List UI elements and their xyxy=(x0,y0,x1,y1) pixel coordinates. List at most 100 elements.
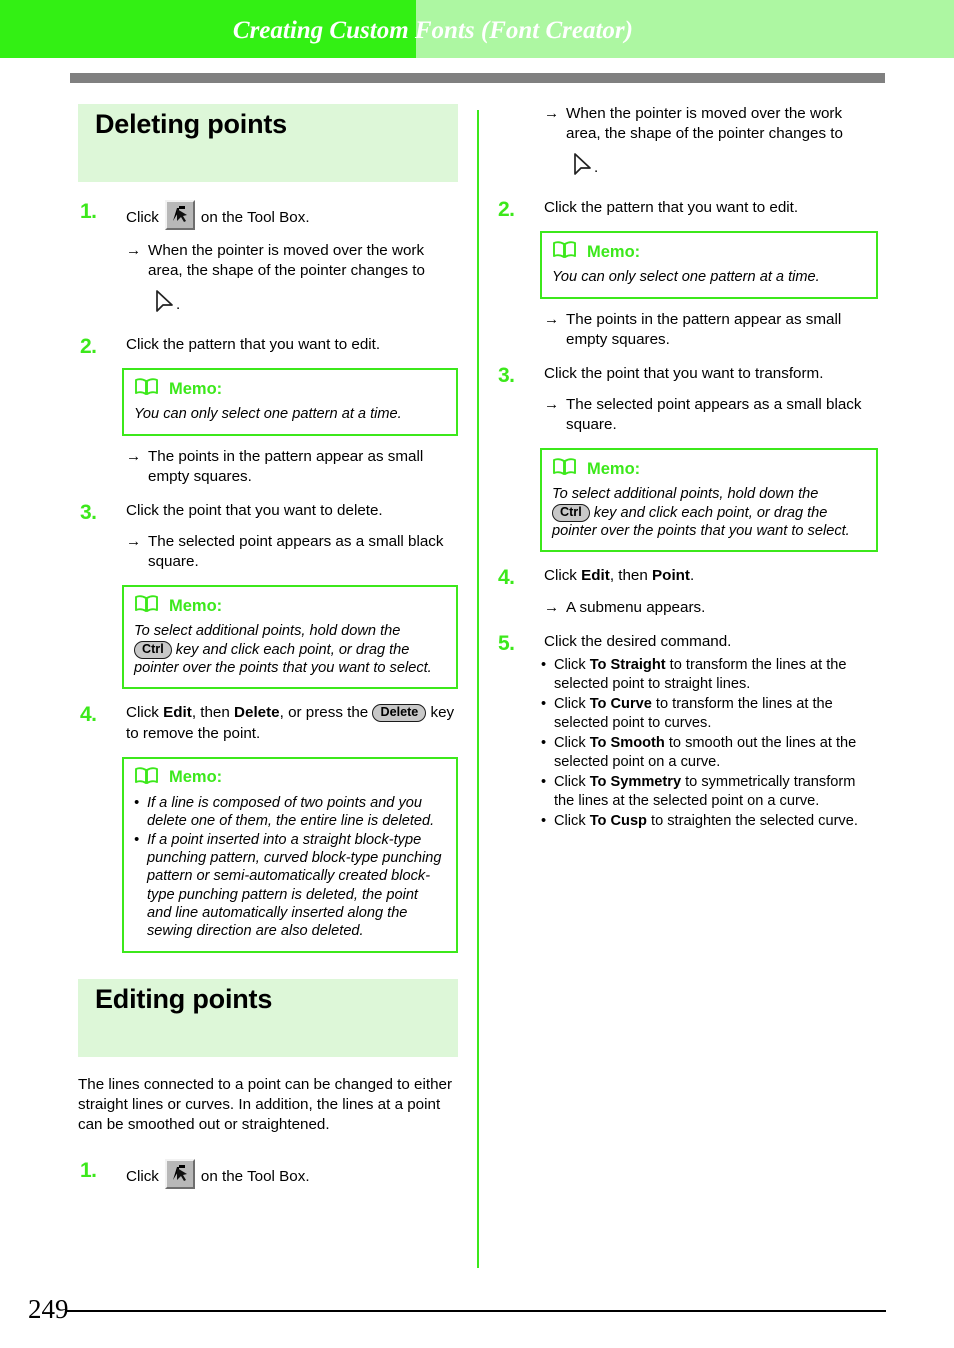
step-number: 4. xyxy=(498,566,515,590)
step-text: Click the pattern that you want to edit. xyxy=(126,336,381,354)
step-text: Click Edit, then Point. xyxy=(544,566,878,586)
step-text: Click on the Tool Box. xyxy=(126,200,458,230)
memo-text-part-1: To select additional points, hold down t… xyxy=(552,486,819,503)
step-number: 3. xyxy=(80,500,97,524)
arrow-right-icon: → xyxy=(544,396,560,414)
memo-label: Memo: xyxy=(169,596,223,615)
section-paragraph: The lines connected to a point can be ch… xyxy=(78,1075,453,1134)
step-number: 4. xyxy=(80,703,97,727)
arrow-right-icon: → xyxy=(544,105,560,122)
step-2-result: → The points in the pattern appear as sm… xyxy=(126,447,458,487)
result-line-1: When the pointer is moved over the work xyxy=(566,105,843,122)
command-name: To Smooth xyxy=(589,734,665,751)
memo-bullet-item: If a point inserted into a straight bloc… xyxy=(134,831,446,941)
page-footer: 249 xyxy=(0,1270,954,1348)
result-text: The points in the pattern appear as smal… xyxy=(566,310,842,348)
step-3: 3. Click the point that you want to tran… xyxy=(496,364,878,387)
memo-header: Memo: xyxy=(134,594,446,618)
arrow-right-icon: → xyxy=(126,533,142,551)
bullet-post: to straighten the selected curve. xyxy=(646,812,858,829)
list-item: Click To Smooth to smooth out the lines … xyxy=(540,734,878,772)
step-text: Click Edit, then Delete, or press the De… xyxy=(126,703,458,743)
command-name: To Cusp xyxy=(589,812,647,829)
menu-point-label: Point xyxy=(652,567,690,585)
step-number: 3. xyxy=(498,363,515,387)
memo-box: Memo: You can only select one pattern at… xyxy=(122,368,458,436)
step-text-part-3: . xyxy=(690,567,695,585)
result-text: The points in the pattern appear as smal… xyxy=(148,447,424,485)
ctrl-key-cap: Ctrl xyxy=(134,640,172,659)
memo-box: Memo: If a line is composed of two point… xyxy=(122,756,458,953)
ctrl-key-cap: Ctrl xyxy=(552,503,590,522)
step-text: Click on the Tool Box. xyxy=(126,1159,458,1190)
arrow-right-icon: → xyxy=(126,447,142,465)
command-name: To Curve xyxy=(589,695,652,712)
section-title: Editing points xyxy=(95,983,273,1014)
command-name: To Straight xyxy=(589,656,666,673)
step-text: Click the desired command. xyxy=(544,632,732,650)
result-text: The selected point appears as a small bl… xyxy=(566,396,862,434)
memo-box: Memo: You can only select one pattern at… xyxy=(540,231,878,299)
command-name: To Symmetry xyxy=(589,773,682,790)
step-text-part-2: , then xyxy=(191,704,235,722)
pointer-arrow-glyph xyxy=(572,152,594,184)
memo-box: Memo: To select additional points, hold … xyxy=(540,448,878,553)
select-point-tool-icon[interactable] xyxy=(164,1159,195,1190)
list-item: Click To Curve to transform the lines at… xyxy=(540,695,878,733)
section-title: Deleting points xyxy=(95,109,287,139)
bullet-pre: Click xyxy=(554,734,590,751)
memo-bullet-list: If a line is composed of two points and … xyxy=(134,794,446,941)
step-text: Click the point that you want to transfo… xyxy=(544,364,824,382)
menu-delete-label: Delete xyxy=(234,704,280,722)
step-text-part-3: , or press the xyxy=(279,704,373,722)
select-point-tool-icon[interactable] xyxy=(164,200,195,230)
memo-text: To select additional points, hold down t… xyxy=(552,485,866,540)
step-4-result: → A submenu appears. xyxy=(544,598,878,618)
step-3-result: → The selected point appears as a small … xyxy=(544,395,878,435)
step-4: 4. Click Edit, then Delete, or press the… xyxy=(78,703,458,743)
step-number: 5. xyxy=(498,631,515,655)
menu-edit-label: Edit xyxy=(581,567,610,585)
result-text: A submenu appears. xyxy=(566,598,706,616)
open-book-icon xyxy=(134,766,159,790)
memo-header: Memo: xyxy=(552,457,866,481)
step-number: 1. xyxy=(80,1159,97,1183)
delete-key-cap: Delete xyxy=(372,704,427,723)
open-book-icon xyxy=(552,240,577,264)
step-5: 5. Click the desired command. xyxy=(496,632,878,655)
memo-header: Memo: xyxy=(134,766,446,790)
result-period: . xyxy=(176,296,181,314)
step-text-part-2: , then xyxy=(609,567,653,585)
memo-text: You can only select one pattern at a tim… xyxy=(552,269,820,286)
section-heading-editing-points: Editing points xyxy=(78,978,458,1057)
open-book-icon xyxy=(134,594,159,618)
memo-bullet-item: If a line is composed of two points and … xyxy=(134,794,446,831)
step-1: 1. Click on the Tool Box. xyxy=(78,200,458,230)
step-text: Click the point that you want to delete. xyxy=(126,501,383,519)
list-item: Click To Symmetry to symmetrically trans… xyxy=(540,773,878,811)
click-label: Click xyxy=(126,1168,159,1186)
arrow-right-icon: → xyxy=(544,598,560,616)
memo-text: You can only select one pattern at a tim… xyxy=(134,406,402,423)
pointer-arrow-glyph xyxy=(154,289,176,321)
result-text: The selected point appears as a small bl… xyxy=(148,533,444,571)
page-title: Creating Custom Fonts (Font Creator) xyxy=(232,17,633,44)
memo-label: Memo: xyxy=(169,768,223,787)
memo-text-part-2: key and click each point, or drag the po… xyxy=(134,641,432,676)
result-line-2: area, the shape of the pointer changes t… xyxy=(148,262,425,280)
arrow-right-icon: → xyxy=(126,242,142,259)
memo-label: Memo: xyxy=(587,459,641,478)
footer-divider-line xyxy=(66,1310,886,1312)
bullet-pre: Click xyxy=(554,773,590,790)
step-2: 2. Click the pattern that you want to ed… xyxy=(78,335,458,358)
command-bullet-list: Click To Straight to transform the lines… xyxy=(540,656,878,831)
header-divider-bar xyxy=(70,73,885,83)
open-book-icon xyxy=(134,377,159,401)
step-number: 1. xyxy=(80,200,97,223)
memo-label: Memo: xyxy=(169,379,223,398)
list-item: Click To Straight to transform the lines… xyxy=(540,656,878,694)
step-3: 3. Click the point that you want to dele… xyxy=(78,501,458,524)
memo-box: Memo: To select additional points, hold … xyxy=(122,585,458,690)
right-column: → When the pointer is moved over the wor… xyxy=(496,104,878,832)
tool-box-label: on the Tool Box. xyxy=(200,209,310,226)
